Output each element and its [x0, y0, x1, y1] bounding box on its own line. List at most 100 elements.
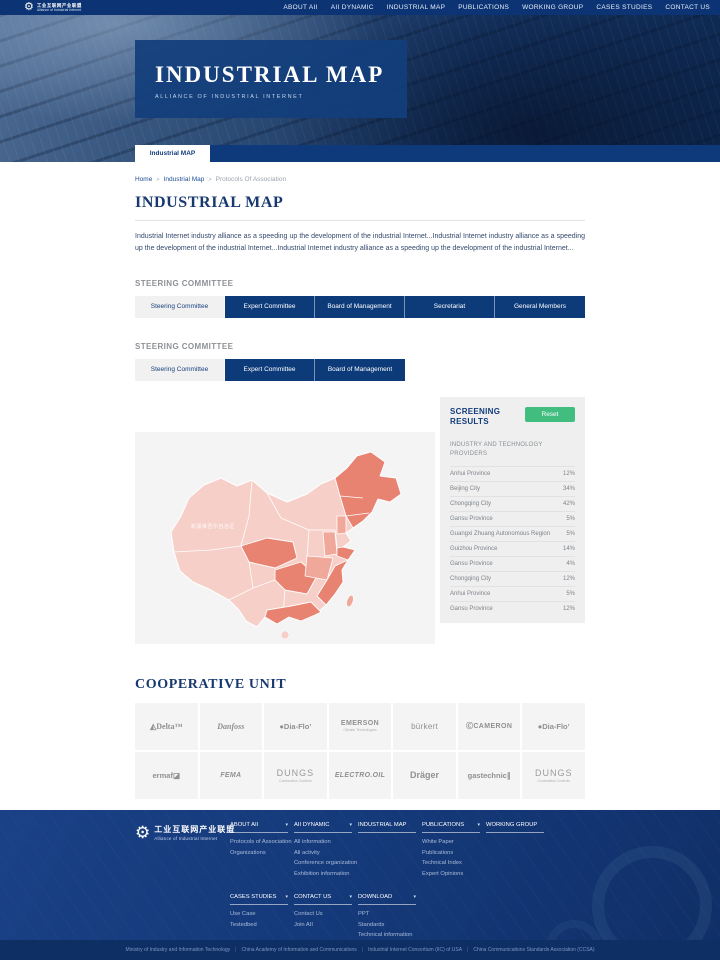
committee-tab-steering-committee[interactable]: Steering Committee [135, 359, 225, 381]
footer-column-title[interactable]: INDUSTRIAL MAP [358, 822, 416, 833]
committee-tab-expert-committee[interactable]: Expert Committee [225, 296, 315, 318]
partner-logo-cell[interactable]: ●Dia-Flo’ [522, 703, 585, 750]
nav-item-publications[interactable]: PUBLICATIONS [458, 4, 509, 11]
screening-row[interactable]: Anhui Province5% [450, 586, 575, 601]
footer-column-title[interactable]: ABOUT AII▾ [230, 822, 288, 833]
bottom-link[interactable]: Industrial Internet Consortium (IIC) of … [368, 947, 462, 953]
footer-link[interactable]: Contact Us [294, 911, 352, 917]
partner-logo-cell[interactable]: FEMA [200, 752, 263, 799]
footer-column-title[interactable]: CASES STUDIES▾ [230, 894, 288, 905]
footer-logo-title-zh: 工业互联网产业联盟 [154, 824, 235, 835]
site-logo[interactable]: ⚙ 工业互联网产业联盟 Alliance of Industrial Inter… [24, 2, 82, 13]
footer-link[interactable]: Technical information [358, 932, 416, 938]
nav-item-cases-studies[interactable]: CASES STUDIES [596, 4, 652, 11]
nav-item-aii-dynamic[interactable]: AII DYNAMIC [331, 4, 374, 11]
footer-link[interactable]: Standards [358, 922, 416, 928]
map-region-hainan [281, 631, 289, 639]
screening-row-name: Gansu Province [450, 606, 493, 612]
screening-row[interactable]: Gansu Province 12% [450, 601, 575, 616]
footer-link[interactable]: Join AII [294, 922, 352, 928]
footer-link[interactable]: All activity [294, 850, 352, 856]
partner-logo-cell[interactable]: ●Dia-Flo’ [264, 703, 327, 750]
committee-tab-secretariat[interactable]: Secretariat [405, 296, 495, 318]
bottom-link[interactable]: Ministry of Industry and Information Tec… [125, 947, 230, 953]
partner-logo-cell[interactable]: ELECTRO.OIL [329, 752, 392, 799]
footer-link[interactable]: PPT [358, 911, 416, 917]
partner-logo-cell[interactable]: bürkert [393, 703, 456, 750]
partner-logo-text: bürkert [411, 722, 438, 731]
tab-industrial-map[interactable]: Industrial MAP [135, 145, 210, 162]
nav-item-contact-us[interactable]: CONTACT US [665, 4, 710, 11]
partner-logo-cell[interactable]: ◭Delta™ [135, 703, 198, 750]
footer-column-title-text: WORKING GROUP [486, 822, 537, 828]
partner-logo-cell[interactable]: EMERSONClimate Technologies [329, 703, 392, 750]
committee-tab-steering-committee[interactable]: Steering Committee [135, 296, 225, 318]
partner-logo-cell[interactable]: DUNGSCombustion Controls [264, 752, 327, 799]
footer-column-title[interactable]: PUBLICATIONS▾ [422, 822, 480, 833]
partner-logo-cell[interactable]: Danfoss [200, 703, 263, 750]
footer-link[interactable]: Conference organization [294, 860, 352, 866]
screening-row[interactable]: Gansu Province5% [450, 511, 575, 526]
partner-logo-text: ermaf◪ [153, 771, 181, 780]
footer-column-aii-dynamic: AII DYNAMIC▾ All information All activity C… [294, 822, 352, 881]
footer-column-title[interactable]: WORKING GROUP [486, 822, 544, 833]
partner-logo-subtext: Climate Technologies [343, 728, 376, 732]
footer-link[interactable]: Exhibition information [294, 871, 352, 877]
bottom-link-separator: | [467, 947, 468, 953]
screening-row[interactable]: Gansu Province4% [450, 556, 575, 571]
footer-column-links: Protocols of Association Organizations [230, 839, 288, 856]
bottom-link[interactable]: China Communications Standards Associati… [473, 947, 594, 953]
footer-link[interactable]: Technical Index [422, 860, 480, 866]
reset-button[interactable]: Reset [525, 407, 575, 422]
partner-logo-text: ●Dia-Flo’ [279, 722, 311, 731]
partner-logo-cell[interactable]: Dräger [393, 752, 456, 799]
partner-logo-grid: ◭Delta™ Danfoss ●Dia-Flo’ EMERSONClimate Te… [135, 703, 585, 799]
footer-link[interactable]: All information [294, 839, 352, 845]
screening-row[interactable]: Guangxi Zhuang Autonomous Region5% [450, 526, 575, 541]
screening-row[interactable]: Guizhou Province 14% [450, 541, 575, 556]
hero-banner: INDUSTRIAL MAP ALLIANCE OF INDUSTRIAL IN… [0, 15, 720, 162]
screening-row-value: 5% [566, 591, 575, 597]
footer-link[interactable]: Expert Opinions [422, 871, 480, 877]
partner-logo-cell[interactable]: ⒸCAMERON [458, 703, 521, 750]
committee-tab-general-members[interactable]: General Members [495, 296, 585, 318]
screening-row[interactable]: Beijing City34% [450, 481, 575, 496]
footer-column-title[interactable]: CONTACT US▾ [294, 894, 352, 905]
footer-column-contact-us: CONTACT US▾ Contact Us Join AII [294, 894, 352, 940]
screening-row-value: 14% [563, 546, 575, 552]
hero-tab-bar: Industrial MAP [135, 145, 720, 162]
footer-column-links: White Paper Publications Technical Index Ex… [422, 839, 480, 877]
screening-row[interactable]: Anhui Province12% [450, 466, 575, 481]
partner-logo-text: ⒸCAMERON [466, 721, 512, 731]
footer-logo[interactable]: ⚙ 工业互联网产业联盟 Alliance of Industrial Inter… [135, 824, 235, 841]
committee-tab-board-of-management[interactable]: Board of Management [315, 359, 405, 381]
bottom-link[interactable]: China Academy of Information and Communi… [241, 947, 356, 953]
footer-column-title[interactable]: DOWNLOAD▾ [358, 894, 416, 905]
china-choropleth-map[interactable]: 新疆维吾尔自治区 [135, 432, 435, 644]
footer-link[interactable]: Organizations [230, 850, 288, 856]
committee-tab-expert-committee[interactable]: Expert Committee [225, 359, 315, 381]
footer-link[interactable]: Testedbed [230, 922, 288, 928]
partner-logo-text: Danfoss [217, 722, 244, 731]
screening-row-name: Guizhou Province [450, 546, 497, 552]
partner-logo-cell[interactable]: ermaf◪ [135, 752, 198, 799]
footer-column-publications: PUBLICATIONS▾ White Paper Publications Tech… [422, 822, 480, 881]
breadcrumb-industrial-map[interactable]: Industrial Map [164, 176, 205, 183]
footer-link[interactable]: Use Case [230, 911, 288, 917]
partner-logo-cell[interactable]: gastechnic∥ [458, 752, 521, 799]
screening-row[interactable]: Chongqing City42% [450, 496, 575, 511]
nav-item-working-group[interactable]: WORKING GROUP [522, 4, 583, 11]
footer-column-title[interactable]: AII DYNAMIC▾ [294, 822, 352, 833]
screening-row-value: 12% [563, 606, 575, 612]
committee-tab-board-of-management[interactable]: Board of Management [315, 296, 405, 318]
footer-link[interactable]: Publications [422, 850, 480, 856]
breadcrumb-home[interactable]: Home [135, 176, 152, 183]
footer-column-title-text: ABOUT AII [230, 822, 258, 828]
nav-item-about-aii[interactable]: ABOUT AII [283, 4, 317, 11]
screening-row[interactable]: Chongqing City12% [450, 571, 575, 586]
footer-link[interactable]: White Paper [422, 839, 480, 845]
footer-column-title-text: PUBLICATIONS [422, 822, 464, 828]
partner-logo-cell[interactable]: DUNGSCombustion Controls [522, 752, 585, 799]
nav-item-industrial-map[interactable]: INDUSTRIAL MAP [387, 4, 446, 11]
footer-link[interactable]: Protocols of Association [230, 839, 288, 845]
